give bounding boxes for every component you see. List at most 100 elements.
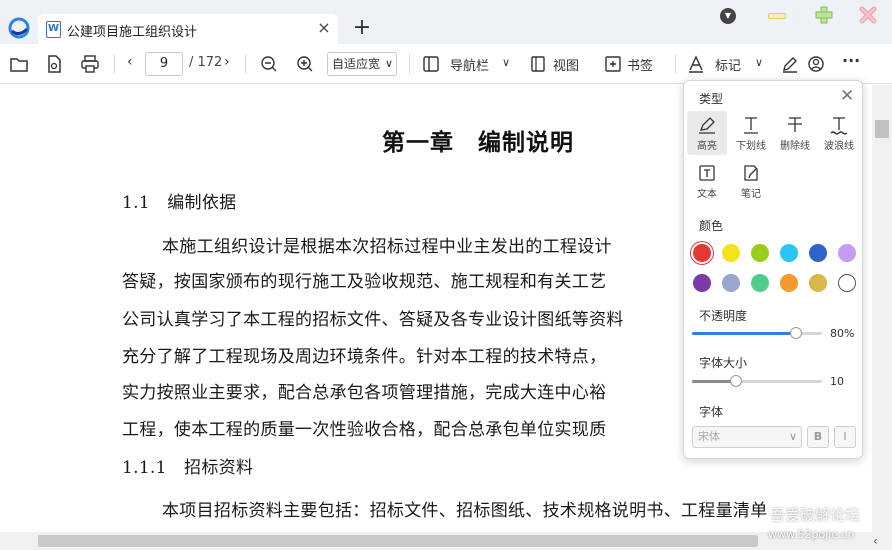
- color-swatch[interactable]: [693, 244, 711, 262]
- color-swatch[interactable]: [722, 244, 740, 262]
- next-page-icon[interactable]: ›: [224, 54, 230, 70]
- opacity-slider[interactable]: [692, 327, 822, 339]
- markup-button[interactable]: 标记: [715, 55, 741, 74]
- color-section-label: 颜色: [699, 219, 724, 233]
- tool-label: 笔记: [741, 189, 761, 200]
- tool-highlight[interactable]: 高亮: [687, 111, 727, 155]
- tool-label: 删除线: [780, 141, 810, 152]
- tool-text[interactable]: 文本: [687, 159, 727, 203]
- close-icon[interactable]: ✕: [840, 86, 854, 106]
- subsection-heading: 1.1.1 招标资料: [122, 458, 254, 478]
- view-button[interactable]: 视图: [553, 55, 579, 74]
- color-swatch[interactable]: [780, 244, 798, 262]
- underline-icon: [744, 117, 758, 134]
- color-swatch[interactable]: [751, 244, 769, 262]
- color-swatch[interactable]: [838, 244, 856, 262]
- new-tab-button[interactable]: +: [352, 17, 372, 39]
- tab-title: 公建项目施工组织设计: [67, 25, 198, 40]
- tool-underline[interactable]: 下划线: [731, 111, 771, 155]
- note-icon: [744, 165, 758, 181]
- toolbar-separator: [675, 54, 676, 74]
- tool-wavy-line[interactable]: 波浪线: [819, 111, 859, 155]
- font-size-slider-handle[interactable]: [730, 375, 743, 387]
- italic-button[interactable]: I: [834, 426, 856, 448]
- bookmark-icon[interactable]: [603, 54, 623, 74]
- paragraph-line: 工程，使本工程的质量一次性验收合格，配合总承包单位实现质: [122, 420, 607, 440]
- color-swatch[interactable]: [809, 274, 827, 292]
- chapter-title: 第一章 编制说明: [382, 129, 574, 156]
- title-bar: W 公建项目施工组织设计 × + ▼: [0, 0, 892, 44]
- markup-icon[interactable]: [686, 54, 706, 74]
- paragraph-line: 本施工组织设计是根据本次招标过程中业主发出的工程设计: [162, 237, 612, 257]
- font-family-value: 宋体: [698, 430, 720, 443]
- watermark-url: www.52pojie.cn: [768, 528, 855, 541]
- pen-icon[interactable]: [780, 54, 800, 74]
- color-swatch[interactable]: [693, 274, 711, 292]
- type-section-label: 类型: [699, 92, 724, 106]
- tool-note[interactable]: 笔记: [731, 159, 771, 203]
- signature-icon[interactable]: [806, 54, 826, 74]
- paragraph-line: 公司认真学习了本工程的招标文件、答疑及各专业设计图纸等资料: [122, 310, 624, 330]
- color-swatch[interactable]: [751, 274, 769, 292]
- export-file-icon[interactable]: [44, 54, 64, 74]
- view-icon[interactable]: [528, 54, 548, 74]
- vertical-scroll-thumb[interactable]: [875, 120, 889, 138]
- tab-close-icon[interactable]: ×: [316, 19, 332, 37]
- navigation-pane-button[interactable]: 导航栏: [450, 55, 489, 74]
- bookmark-button[interactable]: 书签: [627, 55, 653, 74]
- section-heading: 1.1 编制依据: [122, 193, 237, 213]
- zoom-out-icon[interactable]: [259, 54, 279, 74]
- watermark: 吾爱破解论坛: [770, 506, 861, 524]
- bold-button[interactable]: B: [807, 426, 829, 448]
- horizontal-scrollbar[interactable]: ‹: [0, 532, 892, 550]
- highlight-icon: [699, 117, 715, 134]
- zoom-mode-value: 自适应宽: [332, 57, 381, 71]
- chevron-down-icon: ∨: [384, 57, 393, 70]
- tool-label: 文本: [697, 189, 717, 200]
- prev-page-icon[interactable]: ‹: [127, 54, 133, 70]
- wavy-line-icon: [830, 117, 848, 135]
- chevron-down-icon: ∨: [788, 430, 797, 443]
- minimize-button[interactable]: [768, 13, 786, 19]
- page-number-input[interactable]: 9: [145, 52, 183, 76]
- vertical-scrollbar[interactable]: [872, 85, 892, 532]
- font-size-label: 字体大小: [699, 356, 748, 370]
- annotation-panel: 类型 ✕ 高亮 下划线 删除线 波浪线 文本 笔记 颜色 不透明度 80% 字体…: [683, 80, 863, 459]
- color-swatch[interactable]: [838, 274, 856, 292]
- folder-icon[interactable]: [9, 54, 29, 74]
- opacity-slider-handle[interactable]: [790, 327, 802, 339]
- font-size-value: 10: [830, 375, 844, 388]
- maximize-button[interactable]: [814, 5, 834, 25]
- tool-label: 高亮: [697, 141, 717, 152]
- toolbar-separator: [245, 54, 246, 74]
- color-swatch[interactable]: [780, 274, 798, 292]
- document-tab[interactable]: W 公建项目施工组织设计 ×: [38, 14, 338, 44]
- font-size-slider[interactable]: [692, 375, 822, 387]
- more-options-icon[interactable]: ···: [842, 51, 860, 70]
- horizontal-scroll-thumb[interactable]: [38, 535, 758, 547]
- color-swatch[interactable]: [809, 244, 827, 262]
- print-icon[interactable]: [80, 54, 100, 74]
- chevron-down-icon[interactable]: ∨: [755, 56, 763, 69]
- tool-strikethrough[interactable]: 删除线: [775, 111, 815, 155]
- paragraph-line: 实力按照业主要求，配合总承包各项管理措施，完成大连中心裕: [122, 383, 607, 403]
- scroll-right-icon[interactable]: ‹: [873, 534, 878, 548]
- opacity-slider-fill: [692, 332, 796, 335]
- text-box-icon: [699, 165, 715, 181]
- paragraph-line: 充分了解了工程现场及周边环境条件。针对本工程的技术特点，: [122, 347, 607, 367]
- paragraph-line: 答疑，按国家颁布的现行施工及验收规范、施工规程和有关工艺: [122, 272, 607, 292]
- font-family-select[interactable]: 宋体 ∨: [692, 426, 802, 448]
- zoom-mode-select[interactable]: 自适应宽 ∨: [327, 52, 397, 76]
- app-logo-icon[interactable]: [8, 17, 30, 39]
- color-swatch[interactable]: [722, 274, 740, 292]
- close-window-button[interactable]: [858, 5, 878, 25]
- paragraph-line: 本项目招标资料主要包括：招标文件、招标图纸、技术规格说明书、工程量清单: [162, 501, 768, 521]
- strikethrough-icon: [788, 117, 802, 132]
- window-menu-icon[interactable]: ▼: [720, 8, 736, 24]
- zoom-in-icon[interactable]: [295, 54, 315, 74]
- chevron-down-icon[interactable]: ∨: [502, 56, 510, 69]
- navigation-pane-icon[interactable]: [421, 54, 441, 74]
- toolbar-separator: [409, 54, 410, 74]
- font-label: 字体: [699, 405, 724, 419]
- toolbar: ‹ 9 / 172 › 自适应宽 ∨ 导航栏 ∨ 视图 书签 标记 ∨ ···: [0, 44, 892, 84]
